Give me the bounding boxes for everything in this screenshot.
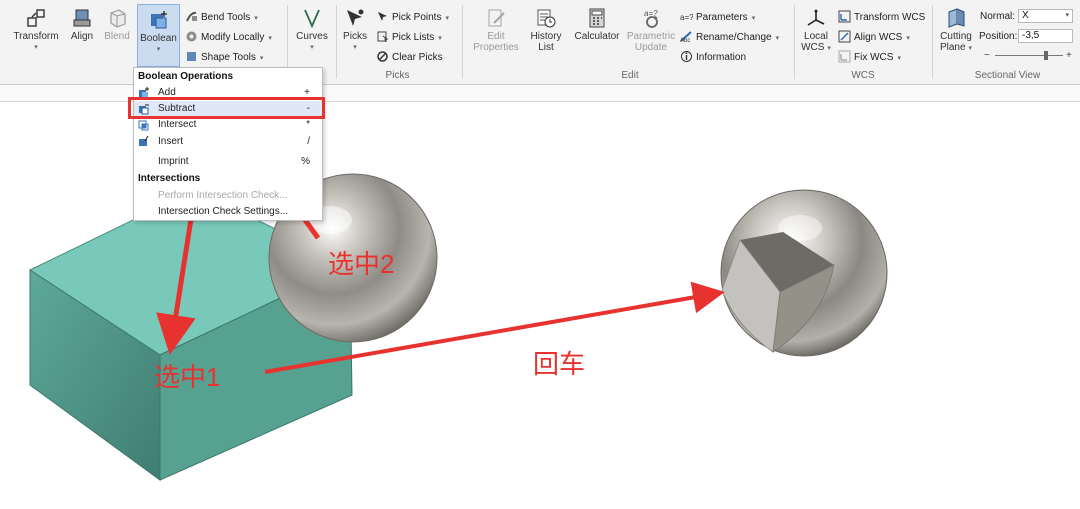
menu-item-intersection-check-settings[interactable]: Intersection Check Settings... — [134, 204, 322, 220]
intersect-icon — [138, 120, 149, 131]
boolean-dropdown-menu: Boolean Operations Add + Subtract - Inte… — [133, 67, 323, 221]
result-solid[interactable] — [720, 189, 888, 357]
menu-item-imprint[interactable]: Imprint % — [134, 154, 322, 170]
menu-header-boolean-operations: Boolean Operations — [138, 71, 234, 82]
insert-icon — [139, 136, 149, 146]
annotation-enter: 回车 — [533, 349, 586, 379]
annotation-highlight-box — [128, 97, 325, 119]
annotation-select-2: 选中2 — [328, 249, 395, 279]
menu-item-intersect[interactable]: Intersect * — [134, 117, 322, 133]
menu-item-perform-intersection-check[interactable]: Perform Intersection Check... — [134, 188, 322, 204]
menu-header-intersections: Intersections — [138, 173, 201, 184]
menu-item-insert[interactable]: Insert / — [134, 134, 322, 150]
annotation-select-1: 选中1 — [154, 362, 221, 392]
